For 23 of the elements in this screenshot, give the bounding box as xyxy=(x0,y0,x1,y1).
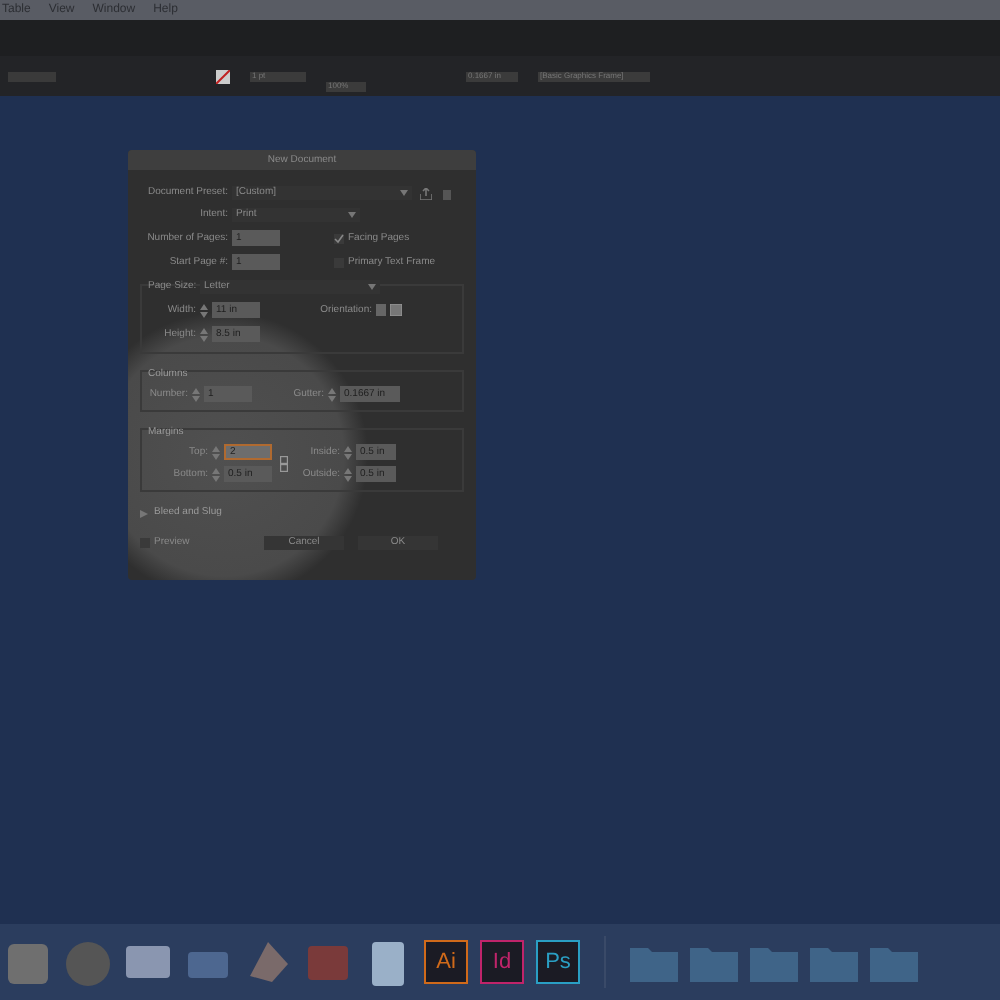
disclosure-triangle-icon[interactable] xyxy=(140,509,148,517)
app-icon[interactable]: Id xyxy=(480,940,524,984)
folder-icon[interactable] xyxy=(870,942,918,982)
fill-swatch-icon[interactable] xyxy=(216,69,230,83)
folder-icon[interactable] xyxy=(750,942,798,982)
link-icon[interactable] xyxy=(280,455,288,471)
folder-icon[interactable] xyxy=(630,942,678,982)
checkbox[interactable] xyxy=(334,233,344,243)
caret-icon xyxy=(400,190,408,196)
folder-icon[interactable] xyxy=(810,942,858,982)
stepper-icon[interactable] xyxy=(212,445,220,459)
stepper-icon[interactable] xyxy=(212,467,220,481)
stepper-icon[interactable] xyxy=(200,303,208,317)
stepper-icon[interactable] xyxy=(328,387,336,401)
caret-icon xyxy=(368,284,376,290)
folder-icon[interactable] xyxy=(690,942,738,982)
app-icon[interactable]: Ai xyxy=(424,940,468,984)
stepper-icon[interactable] xyxy=(200,327,208,341)
stepper-icon[interactable] xyxy=(344,445,352,459)
stepper-icon[interactable] xyxy=(344,467,352,481)
app-icon[interactable]: Ps xyxy=(536,940,580,984)
stepper-icon[interactable] xyxy=(192,387,200,401)
caret-icon xyxy=(348,212,356,218)
